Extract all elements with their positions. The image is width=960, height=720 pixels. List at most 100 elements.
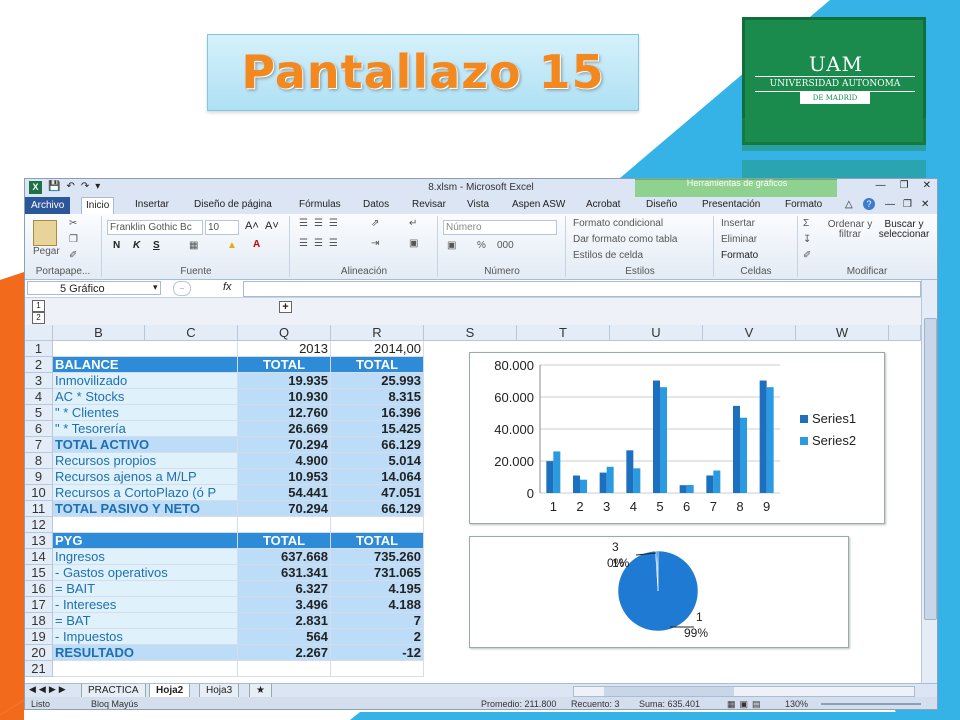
table-cell[interactable]: 731.065 xyxy=(331,565,424,581)
row-header[interactable]: 14 xyxy=(25,549,53,565)
indent-icon[interactable]: ⇥ xyxy=(371,238,379,249)
orientation-icon[interactable]: ⇗ xyxy=(371,218,379,229)
table-cell[interactable]: 4.900 xyxy=(238,453,331,469)
table-cell[interactable]: 8.315 xyxy=(331,389,424,405)
fill-color-icon[interactable]: ▲ xyxy=(227,240,237,251)
minimize-icon[interactable]: — xyxy=(876,180,886,191)
borders-icon[interactable]: ▦ xyxy=(189,240,198,251)
table-cell[interactable]: 2.831 xyxy=(238,613,331,629)
table-cell[interactable]: 10.953 xyxy=(238,469,331,485)
sheet-tab-practica[interactable]: PRACTICA xyxy=(81,684,146,698)
font-name-select[interactable]: Franklin Gothic Bc xyxy=(107,220,203,235)
table-cell[interactable]: 15.425 xyxy=(331,421,424,437)
row-header[interactable]: 19 xyxy=(25,629,53,645)
ribbon-minimize-icon[interactable]: △ xyxy=(845,199,853,210)
table-cell[interactable]: Recursos propios xyxy=(53,453,238,469)
table-cell[interactable]: 2014,00 xyxy=(331,341,424,357)
table-cell[interactable]: BALANCE xyxy=(53,357,238,373)
row-header[interactable]: 7 xyxy=(25,437,53,453)
tab-formato[interactable]: Formato xyxy=(781,199,826,210)
row-header[interactable]: 11 xyxy=(25,501,53,517)
table-cell[interactable] xyxy=(331,517,424,533)
table-cell[interactable]: 4.195 xyxy=(331,581,424,597)
pie-chart[interactable]: 30%1%199% xyxy=(469,536,849,648)
tab-revisar[interactable]: Revisar xyxy=(408,199,450,210)
column-header-c[interactable]: C xyxy=(145,325,238,341)
sort-filter-button[interactable]: Ordenar y filtrar xyxy=(827,220,873,240)
table-cell[interactable]: - Intereses xyxy=(53,597,238,613)
close-icon[interactable]: ✕ xyxy=(923,180,931,191)
tab-inicio[interactable]: Inicio xyxy=(81,197,115,214)
column-header-u[interactable]: U xyxy=(610,325,703,341)
table-cell[interactable]: 14.064 xyxy=(331,469,424,485)
name-box[interactable]: 5 Gráfico xyxy=(27,281,161,295)
table-cell[interactable]: -12 xyxy=(331,645,424,661)
zoom-slider[interactable] xyxy=(821,703,921,705)
row-header[interactable]: 13 xyxy=(25,533,53,549)
column-header-v[interactable]: V xyxy=(703,325,796,341)
row-header[interactable]: 20 xyxy=(25,645,53,661)
row-header[interactable]: 18 xyxy=(25,613,53,629)
table-cell[interactable]: AC * Stocks xyxy=(53,389,238,405)
conditional-format-button[interactable]: Formato condicional xyxy=(573,218,663,229)
table-cell[interactable]: TOTAL xyxy=(331,533,424,549)
table-cell[interactable] xyxy=(53,517,238,533)
table-cell[interactable] xyxy=(238,517,331,533)
bar-chart[interactable]: 80.000 60.000 40.000 20.000 0 1 2 3 4 5 6 7 8 9 Series… xyxy=(469,352,885,524)
table-cell[interactable]: 19.935 xyxy=(238,373,331,389)
insert-sheet-icon[interactable]: ★ xyxy=(249,684,272,698)
table-cell[interactable]: - Gastos operativos xyxy=(53,565,238,581)
horizontal-align-icons[interactable]: ☰☰☰ xyxy=(299,238,344,249)
table-cell[interactable]: 735.260 xyxy=(331,549,424,565)
table-cell[interactable] xyxy=(238,661,331,677)
column-header-extra[interactable] xyxy=(889,325,921,341)
column-header-q[interactable]: Q xyxy=(238,325,331,341)
column-header-t[interactable]: T xyxy=(517,325,610,341)
merge-icon[interactable]: ▣ xyxy=(409,238,418,249)
table-cell[interactable]: 4.188 xyxy=(331,597,424,613)
formula-cancel-icon[interactable]: − xyxy=(173,281,191,296)
horizontal-scroll-thumb[interactable] xyxy=(604,687,734,696)
paste-button[interactable]: Pegar xyxy=(33,246,60,257)
copy-icon[interactable]: ❐ xyxy=(69,234,78,245)
table-cell[interactable]: = BAIT xyxy=(53,581,238,597)
column-header-b[interactable]: B xyxy=(53,325,145,341)
table-cell[interactable]: Inmovilizado xyxy=(53,373,238,389)
table-cell[interactable]: 2.267 xyxy=(238,645,331,661)
table-cell[interactable]: 10.930 xyxy=(238,389,331,405)
tab-vista[interactable]: Vista xyxy=(463,199,493,210)
clear-icon[interactable]: ✐ xyxy=(803,250,811,261)
percent-button[interactable]: % xyxy=(477,240,486,251)
thousands-button[interactable]: 000 xyxy=(497,240,514,251)
tab-diseno[interactable]: Diseño xyxy=(642,199,681,210)
column-header-s[interactable]: S xyxy=(424,325,517,341)
row-header[interactable]: 21 xyxy=(25,661,53,677)
row-header[interactable]: 15 xyxy=(25,565,53,581)
sheet-nav-icons[interactable]: ◀◀▶▶ xyxy=(29,684,69,695)
column-header-w[interactable]: W xyxy=(796,325,889,341)
row-header[interactable]: 16 xyxy=(25,581,53,597)
shrink-font-icon[interactable]: A˅ xyxy=(265,220,279,232)
sheet-tab-hoja3[interactable]: Hoja3 xyxy=(199,684,240,698)
italic-button[interactable]: K xyxy=(133,240,140,251)
table-cell[interactable]: 26.669 xyxy=(238,421,331,437)
table-cell[interactable]: TOTAL xyxy=(238,357,331,373)
row-header[interactable]: 3 xyxy=(25,373,53,389)
table-cell[interactable]: 12.760 xyxy=(238,405,331,421)
tab-diseno-pagina[interactable]: Diseño de página xyxy=(190,199,276,210)
column-header-r[interactable]: R xyxy=(331,325,424,341)
row-header[interactable]: 17 xyxy=(25,597,53,613)
table-cell[interactable]: 70.294 xyxy=(238,437,331,453)
table-cell[interactable]: = BAT xyxy=(53,613,238,629)
table-cell[interactable]: 5.014 xyxy=(331,453,424,469)
currency-icon[interactable]: ▣ xyxy=(447,240,456,251)
table-cell[interactable]: 47.051 xyxy=(331,485,424,501)
table-cell[interactable]: 637.668 xyxy=(238,549,331,565)
horizontal-scrollbar[interactable] xyxy=(573,686,915,697)
format-painter-icon[interactable]: ✐ xyxy=(69,250,77,261)
table-cell[interactable]: 16.396 xyxy=(331,405,424,421)
tab-datos[interactable]: Datos xyxy=(359,199,393,210)
sheet-tab-hoja2[interactable]: Hoja2 xyxy=(149,684,191,698)
doc-restore-icon[interactable]: ❐ xyxy=(903,199,912,210)
find-select-button[interactable]: Buscar y seleccionar xyxy=(877,220,931,240)
